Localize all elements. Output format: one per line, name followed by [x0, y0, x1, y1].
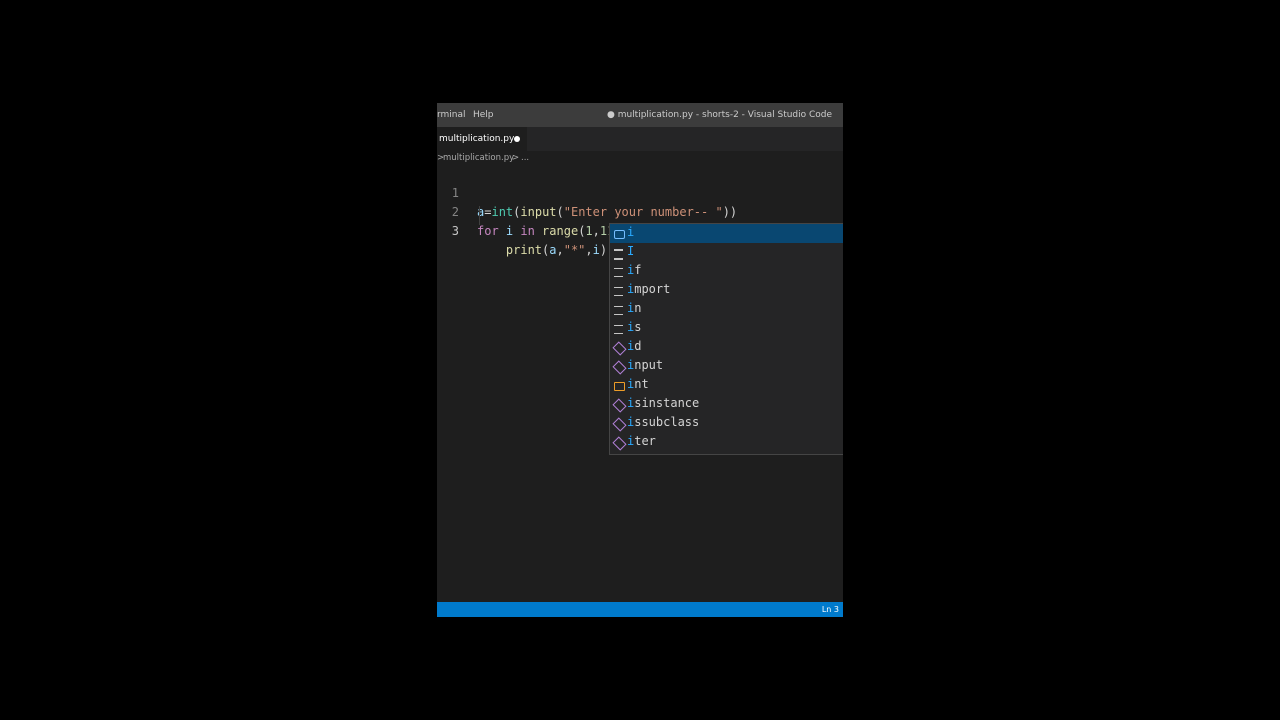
keyword-icon	[614, 306, 623, 315]
suggestion-widget[interactable]: i Iif import in is id input int isinstance issubc…	[609, 223, 843, 455]
tab-label: multiplication.py	[439, 134, 515, 144]
title-bar: rminal Help ● multiplication.py - shorts…	[437, 103, 843, 127]
suggestion-match: I	[627, 244, 635, 258]
code-line-2[interactable]: 2 for i in range(1,11):	[437, 184, 843, 238]
suggestion-label: is	[627, 320, 641, 334]
suggestion-item[interactable]: i	[610, 224, 843, 243]
menu-terminal[interactable]: rminal	[437, 110, 466, 120]
suggestion-match: i	[627, 225, 635, 239]
suggestion-rest: sinstance	[634, 396, 700, 410]
suggestion-label: issubclass	[627, 415, 699, 429]
method-icon	[612, 436, 627, 451]
method-icon	[612, 417, 627, 432]
suggestion-label: isinstance	[627, 396, 699, 410]
code-line-3[interactable]: 3 print(a,"*",i)	[437, 203, 843, 257]
method-icon	[612, 398, 627, 413]
line-content: for i in range(1,11):	[477, 224, 629, 238]
suggestion-label: id	[627, 339, 641, 353]
unsaved-dot-icon[interactable]	[514, 136, 520, 142]
suggestion-label: input	[627, 358, 663, 372]
code-line-1[interactable]: 1 a=int(input("Enter your number-- "))	[437, 165, 843, 219]
suggestion-label: in	[627, 301, 641, 315]
suggestion-label: int	[627, 377, 649, 391]
suggestion-rest: nput	[634, 358, 664, 372]
suggestion-item[interactable]: is	[610, 319, 843, 338]
suggestion-item[interactable]: I	[610, 243, 843, 262]
keyword-icon	[614, 287, 623, 296]
suggestion-rest: ter	[634, 434, 656, 448]
suggestion-rest: ssubclass	[634, 415, 700, 429]
suggestion-label: if	[627, 263, 641, 277]
method-icon	[612, 341, 627, 356]
suggestion-item[interactable]: in	[610, 300, 843, 319]
breadcrumb: > multiplication.py > ...	[437, 151, 843, 165]
cursor-position[interactable]: Ln 3	[822, 605, 839, 614]
suggestion-rest: s	[634, 320, 642, 334]
suggestion-rest: n	[634, 301, 642, 315]
tab-bar: multiplication.py	[437, 127, 843, 151]
line-content: print(a,"*",i)	[505, 243, 608, 257]
suggestion-rest: nt	[634, 377, 649, 391]
suggestion-item[interactable]: int	[610, 376, 843, 395]
keyword-icon	[614, 325, 623, 334]
method-icon	[612, 360, 627, 375]
breadcrumb-file[interactable]: multiplication.py	[443, 153, 514, 163]
suggestion-item[interactable]: if	[610, 262, 843, 281]
breadcrumb-chevron-icon-2: >	[512, 153, 520, 163]
suggestion-item[interactable]: isinstance	[610, 395, 843, 414]
suggestion-item[interactable]: import	[610, 281, 843, 300]
breadcrumb-more[interactable]: ...	[521, 153, 529, 163]
suggestion-label: i	[627, 225, 634, 239]
keyword-icon	[614, 268, 623, 277]
suggestion-item[interactable]: id	[610, 338, 843, 357]
status-bar: Ln 3	[437, 602, 843, 617]
suggestion-label: I	[627, 244, 634, 258]
suggestion-item[interactable]: input	[610, 357, 843, 376]
suggestion-label: import	[627, 282, 670, 296]
vscode-window: rminal Help ● multiplication.py - shorts…	[437, 103, 843, 617]
variable-icon	[614, 230, 625, 239]
window-title: ● multiplication.py - shorts-2 - Visual …	[607, 110, 833, 120]
class-icon	[614, 382, 625, 391]
suggestion-item[interactable]: issubclass	[610, 414, 843, 433]
text-icon	[614, 249, 623, 260]
suggestion-rest: f	[634, 263, 642, 277]
suggestion-rest: d	[634, 339, 642, 353]
suggestion-rest: mport	[634, 282, 671, 296]
video-frame: rminal Help ● multiplication.py - shorts…	[437, 0, 843, 720]
suggestion-item[interactable]: iter	[610, 433, 843, 452]
suggestion-label: iter	[627, 434, 656, 448]
line-number: 3	[451, 224, 459, 238]
tab-multiplication-py[interactable]: multiplication.py	[437, 127, 527, 151]
indent-guide	[479, 206, 480, 225]
menu-help[interactable]: Help	[473, 110, 494, 120]
